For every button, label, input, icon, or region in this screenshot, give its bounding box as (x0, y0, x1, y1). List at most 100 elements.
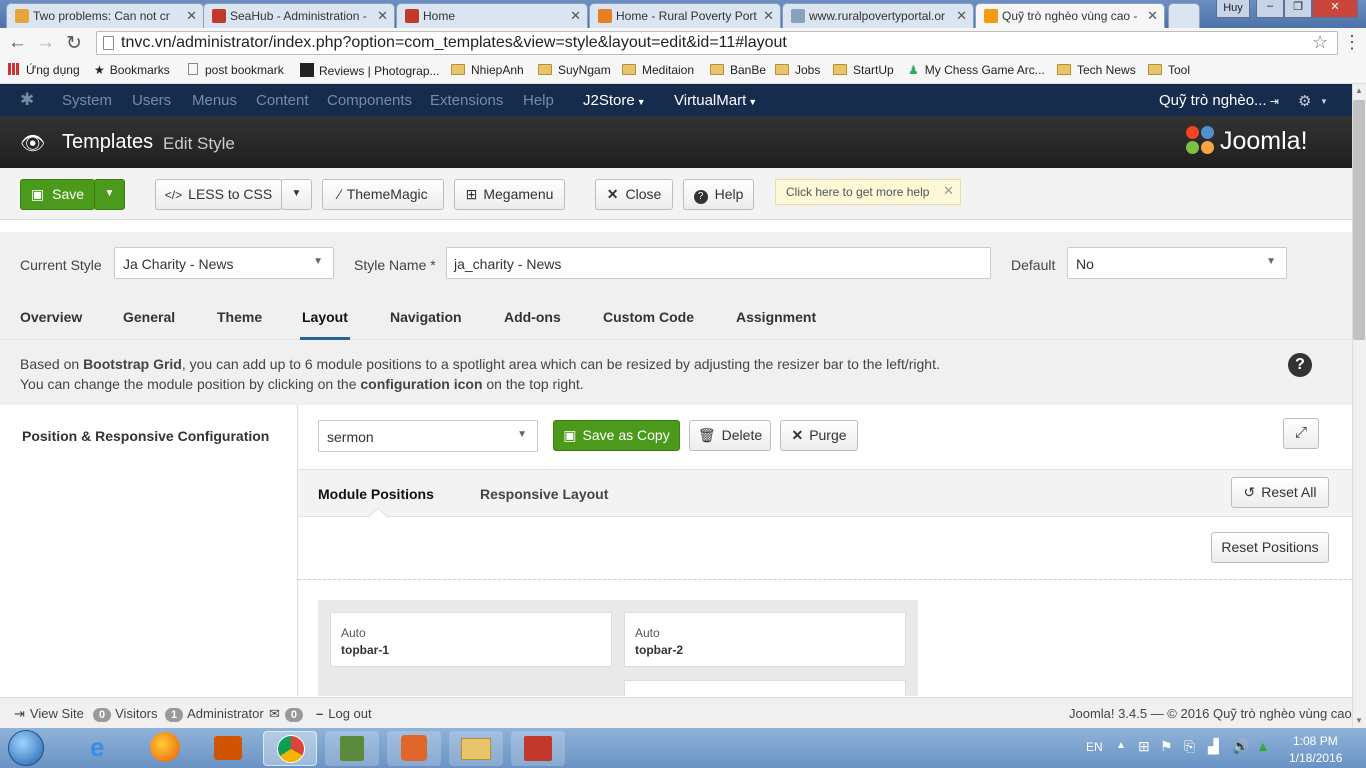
fullscreen-button[interactable]: ⤢ (1283, 418, 1319, 449)
delete-button[interactable]: 🗑 Delete (689, 420, 771, 451)
save-button[interactable]: ▣ Save (20, 179, 95, 210)
thememagic-button[interactable]: ⁄ ThemeMagic (322, 179, 444, 210)
tray-expand-icon[interactable]: ▲ (1116, 740, 1126, 751)
view-site-link[interactable]: ⇥ View Site (14, 706, 84, 722)
bookmark-folder[interactable]: StartUp (833, 63, 894, 77)
default-select[interactable]: No ▼ (1067, 247, 1287, 279)
bookmark-item[interactable]: Reviews | Photograp... (300, 63, 440, 78)
less-to-css-button[interactable]: </> LESS to CSS (155, 179, 282, 210)
position-cell[interactable] (624, 680, 906, 696)
position-cell[interactable]: Auto topbar-2 (624, 612, 906, 667)
tray-icon[interactable]: ⊞ (1138, 738, 1150, 755)
nav-components[interactable]: Components (327, 92, 412, 109)
forward-arrow-icon[interactable]: → (36, 32, 55, 54)
nav-menus[interactable]: Menus (192, 92, 237, 109)
volume-icon[interactable]: 🔊 (1232, 738, 1249, 755)
bookmark-folder[interactable]: Meditaion (622, 63, 694, 77)
close-icon[interactable]: ✕ (570, 8, 581, 24)
tab-layout[interactable]: Layout (302, 309, 348, 325)
new-tab-button[interactable] (1168, 3, 1200, 28)
save-as-copy-button[interactable]: ▣ Save as Copy (553, 420, 680, 451)
tab-general[interactable]: General (123, 309, 175, 325)
close-icon[interactable]: ✕ (943, 183, 954, 199)
layout-select[interactable]: sermon ▼ (318, 420, 538, 452)
taskbar-item[interactable] (387, 731, 441, 766)
current-style-select[interactable]: Ja Charity - News ▼ (114, 247, 334, 279)
clock-time[interactable]: 1:08 PM (1293, 734, 1338, 748)
url-input[interactable]: tnvc.vn/administrator/index.php?option=c… (96, 31, 1338, 55)
joomla-logo-icon[interactable]: ✱ (20, 90, 34, 110)
tray-icon[interactable]: ⎘ (1184, 738, 1195, 755)
tray-icon[interactable]: ⚑ (1160, 738, 1173, 755)
nav-system[interactable]: System (62, 92, 112, 109)
nav-content[interactable]: Content (256, 92, 309, 109)
subtab-responsive-layout[interactable]: Responsive Layout (480, 486, 608, 502)
user-badge[interactable]: Huy (1216, 0, 1250, 18)
visitors-status[interactable]: 0 Visitors (93, 706, 158, 722)
bookmark-apps[interactable]: Ứng dụng (8, 63, 80, 77)
gear-icon[interactable]: ⚙ (1298, 92, 1311, 110)
drive-icon[interactable]: ▲ (1256, 738, 1270, 754)
bookmark-folder[interactable]: NhiepAnh (451, 63, 524, 77)
bookmark-folder[interactable]: BanBe (710, 63, 766, 77)
position-cell[interactable]: Auto topbar-1 (330, 612, 612, 667)
tab-custom-code[interactable]: Custom Code (603, 309, 694, 325)
reload-icon[interactable]: ↻ (66, 32, 82, 55)
bookmark-item[interactable]: ♟ My Chess Game Arc... (908, 63, 1045, 77)
bookmark-folder[interactable]: Tech News (1057, 63, 1136, 77)
close-icon[interactable]: ✕ (956, 8, 967, 24)
taskbar-item[interactable] (449, 731, 503, 766)
window-close-button[interactable]: ✕ (1312, 0, 1358, 18)
nav-help[interactable]: Help (523, 92, 554, 109)
tab-add-ons[interactable]: Add-ons (504, 309, 561, 325)
taskbar-item[interactable] (325, 731, 379, 766)
messages-status[interactable]: ✉ 0 (269, 706, 307, 722)
nav-j2store[interactable]: J2Store ▼ (583, 92, 646, 109)
back-arrow-icon[interactable]: ← (8, 32, 27, 54)
purge-button[interactable]: ✕ Purge (780, 420, 858, 451)
nav-virtuemart[interactable]: VirtualMart ▼ (674, 92, 757, 109)
language-indicator[interactable]: EN (1086, 740, 1103, 754)
less-dropdown-button[interactable]: ▼ (281, 179, 312, 210)
scrollbar-thumb[interactable] (1353, 100, 1365, 340)
menu-icon[interactable]: ⋮ (1343, 32, 1361, 53)
logout-link[interactable]: – Log out (316, 706, 372, 721)
bookmark-item[interactable]: ★ Bookmarks (94, 63, 170, 77)
browser-tab-active[interactable]: Quỹ trò nghèo vùng cao - ✕ (975, 3, 1165, 28)
help-button[interactable]: ? Help (683, 179, 754, 210)
browser-tab[interactable]: Two problems: Can not cr ✕ (6, 3, 204, 28)
bookmark-folder[interactable]: Jobs (775, 63, 820, 77)
nav-extensions[interactable]: Extensions (430, 92, 503, 109)
close-icon[interactable]: ✕ (186, 8, 197, 24)
browser-tab[interactable]: Home - Rural Poverty Port ✕ (589, 3, 781, 28)
tab-assignment[interactable]: Assignment (736, 309, 816, 325)
signal-icon[interactable]: ▟ (1208, 738, 1219, 755)
clock-date[interactable]: 1/18/2016 (1289, 751, 1342, 765)
subtab-module-positions[interactable]: Module Positions (318, 486, 434, 502)
close-icon[interactable]: ✕ (763, 8, 774, 24)
bookmark-folder[interactable]: Tool (1148, 63, 1190, 77)
site-link[interactable]: Quỹ trò nghèo... ⇥ (1159, 92, 1279, 109)
bookmark-item[interactable]: post bookmark (188, 63, 284, 77)
minimize-button[interactable]: – (1256, 0, 1284, 18)
caret-down-icon[interactable]: ▼ (1320, 97, 1328, 106)
scroll-down-icon[interactable]: ▼ (1355, 716, 1363, 725)
admins-status[interactable]: 1 Administrator (165, 706, 264, 722)
browser-tab[interactable]: www.ruralpovertyportal.or ✕ (782, 3, 974, 28)
tab-overview[interactable]: Overview (20, 309, 82, 325)
reset-positions-button[interactable]: Reset Positions (1211, 532, 1329, 563)
question-icon[interactable]: ? (1288, 353, 1312, 377)
megamenu-button[interactable]: ⊞ Megamenu (454, 179, 565, 210)
scroll-up-icon[interactable]: ▲ (1355, 86, 1363, 95)
reset-all-button[interactable]: ↺ Reset All (1231, 477, 1329, 508)
start-button[interactable] (8, 730, 44, 766)
ie-icon[interactable]: e (90, 732, 104, 763)
tab-theme[interactable]: Theme (217, 309, 262, 325)
chrome-taskbar-item[interactable] (263, 731, 317, 766)
maximize-button[interactable]: ❐ (1284, 0, 1312, 18)
tab-navigation[interactable]: Navigation (390, 309, 462, 325)
close-icon[interactable]: ✕ (1147, 8, 1158, 24)
firefox-icon[interactable] (150, 732, 180, 762)
taskbar-item[interactable] (511, 731, 565, 766)
star-icon[interactable]: ☆ (1312, 32, 1328, 53)
